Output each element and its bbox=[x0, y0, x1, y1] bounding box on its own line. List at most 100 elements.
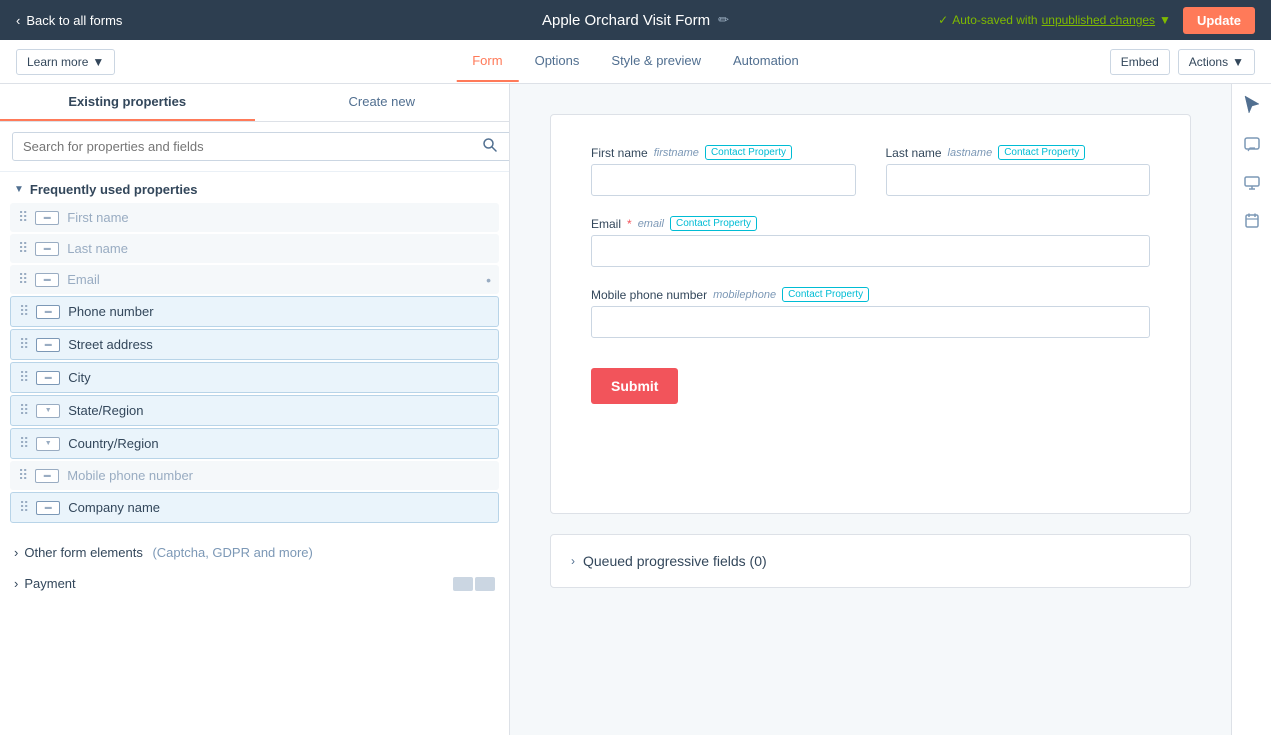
form-canvas: First name firstname Contact Property La… bbox=[510, 84, 1231, 735]
sub-nav-left: Learn more ▼ bbox=[16, 49, 115, 75]
input-firstname[interactable] bbox=[591, 164, 856, 196]
actions-label: Actions bbox=[1189, 55, 1228, 69]
property-item-company[interactable]: ⠿ ▬ Company name bbox=[10, 492, 499, 523]
field-apiname-mobile: mobilephone bbox=[713, 289, 776, 301]
checkmark-icon: ✓ bbox=[938, 13, 948, 27]
drag-handle-icon: ⠿ bbox=[19, 402, 28, 419]
property-item-city[interactable]: ⠿ ▬ City bbox=[10, 362, 499, 393]
sub-nav-tabs: Form Options Style & preview Automation bbox=[456, 41, 815, 82]
property-item-firstname: ⠿ ▬ First name bbox=[10, 203, 499, 232]
payment-chevron-icon: › bbox=[14, 576, 18, 591]
learn-more-button[interactable]: Learn more ▼ bbox=[16, 49, 115, 75]
payment-toggle[interactable] bbox=[453, 577, 495, 591]
field-type-icon: ▬ bbox=[36, 501, 60, 515]
tab-style-preview[interactable]: Style & preview bbox=[595, 41, 717, 82]
panel-tab-existing[interactable]: Existing properties bbox=[0, 84, 255, 121]
property-item-email: ⠿ ▬ Email • bbox=[10, 265, 499, 294]
top-right-controls: ✓ Auto-saved with unpublished changes ▼ … bbox=[938, 7, 1255, 34]
field-apiname-firstname: firstname bbox=[654, 147, 699, 159]
drag-handle-icon: ⠿ bbox=[18, 209, 27, 226]
panel-tab-create[interactable]: Create new bbox=[255, 84, 510, 121]
drag-handle-icon: ⠿ bbox=[19, 435, 28, 452]
field-type-icon: ▬ bbox=[36, 338, 60, 352]
field-type-icon: ▬ bbox=[35, 211, 59, 225]
contact-property-badge-email: Contact Property bbox=[670, 216, 757, 231]
search-button[interactable] bbox=[483, 138, 497, 155]
toggle-part-left bbox=[453, 577, 473, 591]
form-group-email: Email * email Contact Property bbox=[591, 216, 1150, 267]
queued-section[interactable]: › Queued progressive fields (0) bbox=[550, 534, 1191, 588]
property-label: State/Region bbox=[68, 403, 490, 418]
right-sidebar bbox=[1231, 84, 1271, 735]
field-title-email: Email bbox=[591, 217, 621, 231]
panel-content: ▼ Frequently used properties ⠿ ▬ First n… bbox=[0, 172, 509, 735]
panel-tabs: Existing properties Create new bbox=[0, 84, 509, 122]
sub-nav: Learn more ▼ Form Options Style & previe… bbox=[0, 40, 1271, 84]
field-title-lastname: Last name bbox=[886, 146, 942, 160]
autosaved-status: ✓ Auto-saved with unpublished changes ▼ bbox=[938, 13, 1171, 27]
submit-button[interactable]: Submit bbox=[591, 368, 678, 404]
search-bar bbox=[0, 122, 509, 172]
input-mobile[interactable] bbox=[591, 306, 1150, 338]
back-link[interactable]: ‹ Back to all forms bbox=[16, 13, 122, 28]
embed-button[interactable]: Embed bbox=[1110, 49, 1170, 75]
queued-chevron-icon: › bbox=[571, 554, 575, 568]
form-row-mobile: Mobile phone number mobilephone Contact … bbox=[591, 287, 1150, 338]
tab-form[interactable]: Form bbox=[456, 41, 518, 82]
drag-handle-icon: ⠿ bbox=[19, 369, 28, 386]
property-item-phone[interactable]: ⠿ ▬ Phone number bbox=[10, 296, 499, 327]
left-panel: Existing properties Create new ▼ F bbox=[0, 84, 510, 735]
field-label-lastname: Last name lastname Contact Property bbox=[886, 145, 1151, 160]
search-input[interactable] bbox=[12, 132, 510, 161]
form-title-bar: Apple Orchard Visit Form ✏ bbox=[542, 12, 729, 29]
input-email[interactable] bbox=[591, 235, 1150, 267]
property-label: Company name bbox=[68, 500, 490, 515]
drag-handle-icon: ⠿ bbox=[19, 303, 28, 320]
queued-label: Queued progressive fields (0) bbox=[583, 553, 767, 569]
field-title-mobile: Mobile phone number bbox=[591, 288, 707, 302]
field-apiname-lastname: lastname bbox=[948, 147, 993, 159]
frequently-used-section-header[interactable]: ▼ Frequently used properties bbox=[0, 172, 509, 203]
form-row-email: Email * email Contact Property bbox=[591, 216, 1150, 267]
form-title-text: Apple Orchard Visit Form bbox=[542, 12, 710, 29]
toggle-part-right bbox=[475, 577, 495, 591]
property-label: Mobile phone number bbox=[67, 468, 491, 483]
property-label: Country/Region bbox=[68, 436, 490, 451]
field-type-icon: ▬ bbox=[35, 242, 59, 256]
other-form-elements-section[interactable]: › Other form elements (Captcha, GDPR and… bbox=[0, 535, 509, 566]
unpublished-changes-link[interactable]: unpublished changes bbox=[1042, 13, 1155, 27]
sub-nav-right: Embed Actions ▼ bbox=[1110, 49, 1255, 75]
section-label: Frequently used properties bbox=[30, 182, 198, 197]
property-label: Street address bbox=[68, 337, 490, 352]
form-submit-row: Submit bbox=[591, 358, 1150, 404]
drag-handle-icon: ⠿ bbox=[19, 336, 28, 353]
autosaved-text: Auto-saved with bbox=[952, 13, 1037, 27]
property-item-mobile: ⠿ ▬ Mobile phone number bbox=[10, 461, 499, 490]
tab-automation[interactable]: Automation bbox=[717, 41, 815, 82]
back-label: Back to all forms bbox=[26, 13, 122, 28]
field-apiname-email: email bbox=[638, 218, 664, 230]
field-title-firstname: First name bbox=[591, 146, 648, 160]
contact-property-badge-lastname: Contact Property bbox=[998, 145, 1085, 160]
field-label-mobile: Mobile phone number mobilephone Contact … bbox=[591, 287, 1150, 302]
actions-button[interactable]: Actions ▼ bbox=[1178, 49, 1255, 75]
edit-title-icon[interactable]: ✏ bbox=[718, 12, 729, 28]
update-button[interactable]: Update bbox=[1183, 7, 1255, 34]
calendar-icon[interactable] bbox=[1245, 213, 1259, 233]
field-label-email: Email * email Contact Property bbox=[591, 216, 1150, 231]
comment-icon[interactable] bbox=[1244, 137, 1260, 158]
queued-section-wrapper: › Queued progressive fields (0) bbox=[550, 534, 1191, 588]
dropdown-arrow-icon[interactable]: ▼ bbox=[1159, 13, 1171, 27]
other-section-sub: (Captcha, GDPR and more) bbox=[149, 545, 313, 560]
other-section-label: Other form elements bbox=[24, 545, 143, 560]
field-label-firstname: First name firstname Contact Property bbox=[591, 145, 856, 160]
property-item-state[interactable]: ⠿ ▼ State/Region bbox=[10, 395, 499, 426]
tab-options[interactable]: Options bbox=[519, 41, 596, 82]
property-item-country[interactable]: ⠿ ▼ Country/Region bbox=[10, 428, 499, 459]
learn-more-label: Learn more bbox=[27, 55, 88, 69]
cursor-tool-icon[interactable] bbox=[1243, 94, 1261, 119]
input-lastname[interactable] bbox=[886, 164, 1151, 196]
property-item-street[interactable]: ⠿ ▬ Street address bbox=[10, 329, 499, 360]
payment-section[interactable]: › Payment bbox=[0, 566, 509, 597]
desktop-icon[interactable] bbox=[1244, 176, 1260, 195]
